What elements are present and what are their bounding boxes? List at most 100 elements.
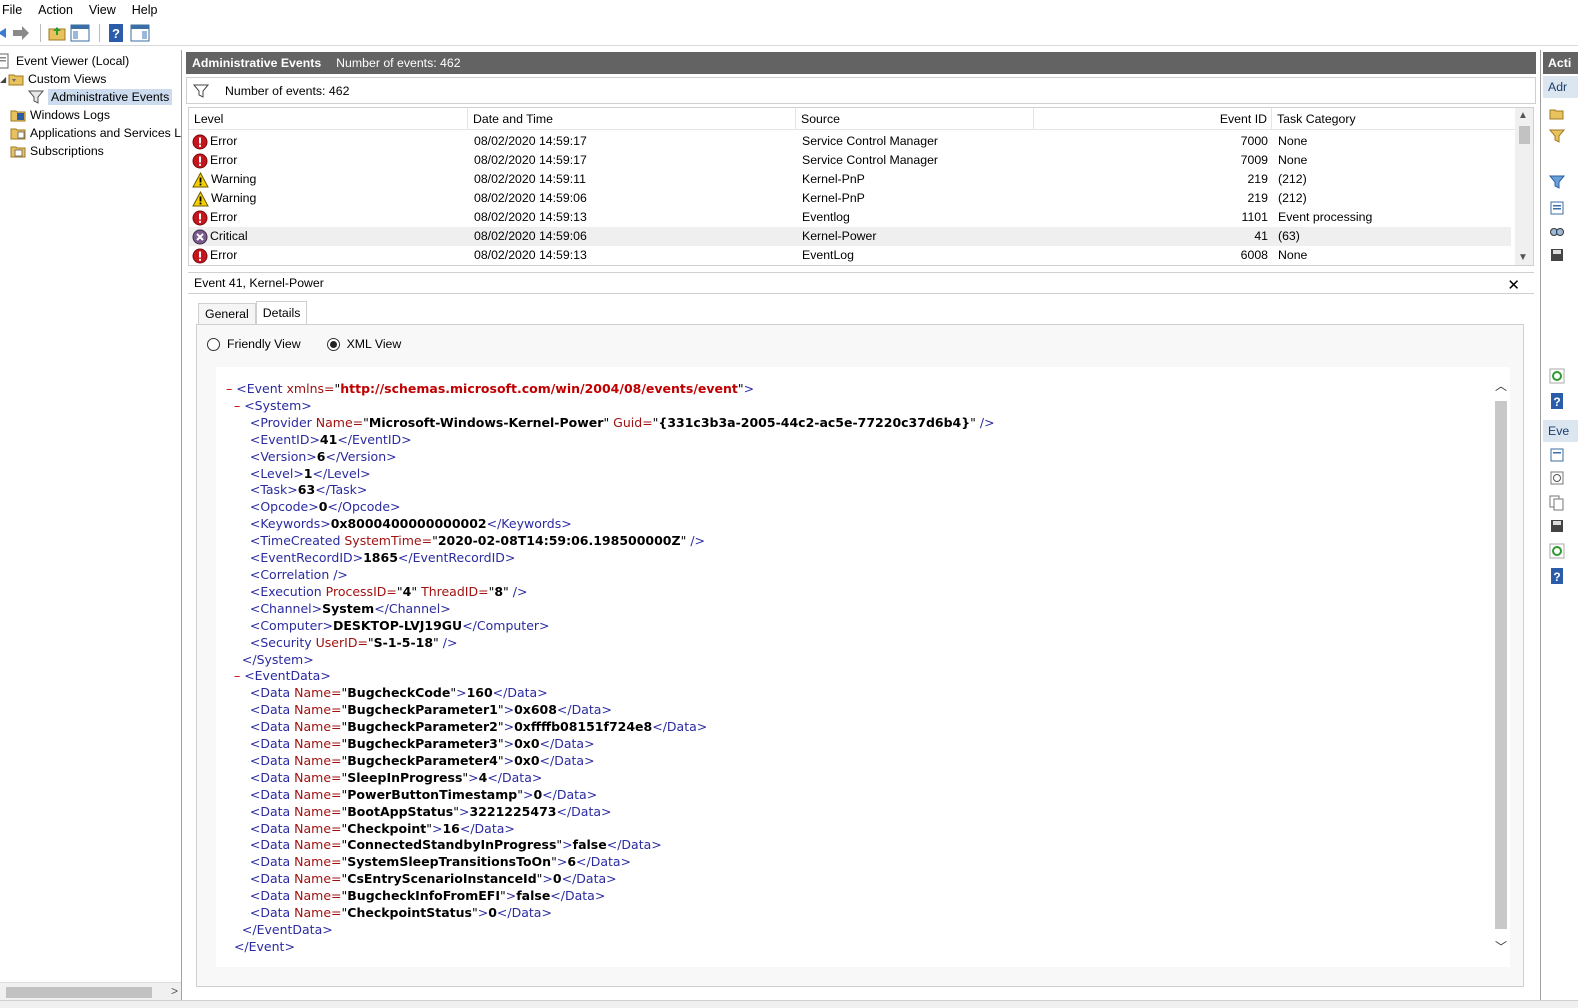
cell-level: Warning	[192, 189, 462, 208]
radio-button[interactable]	[207, 337, 220, 351]
help-icon[interactable]: ?	[106, 23, 126, 43]
chevron-right-icon[interactable]: >	[171, 984, 178, 998]
tree-item-custom-views[interactable]: ◢ Custom Views	[0, 70, 106, 88]
level-text: Warning	[211, 172, 257, 186]
tree-item-applications-and-services[interactable]: Applications and Services Lo	[10, 124, 181, 142]
cell-date-time: 08/02/2020 14:59:17	[474, 134, 587, 148]
cell-task-category: None	[1278, 153, 1308, 167]
tab-general[interactable]: General	[198, 303, 256, 324]
chevron-down-icon[interactable]: ﹀	[1495, 938, 1507, 955]
chevron-up-icon[interactable]: ︿	[1495, 377, 1507, 394]
column-header-level[interactable]: Level	[189, 108, 468, 130]
refresh-icon[interactable]	[1549, 368, 1565, 384]
menu-action[interactable]: Action	[30, 0, 81, 20]
pane-event-count: Number of events: 462	[336, 56, 461, 70]
radio-friendly-view[interactable]: Friendly View	[207, 337, 301, 351]
tree-item-event-viewer[interactable]: Event Viewer (Local)	[0, 52, 129, 70]
column-header-task-category[interactable]: Task Category	[1272, 108, 1515, 130]
filter-icon[interactable]	[1549, 174, 1565, 190]
details-tab-panel: Friendly View XML View – <Event xmlns="h…	[196, 324, 1524, 987]
cell-level: Error	[192, 208, 462, 227]
scrollbar-thumb[interactable]	[1495, 401, 1507, 929]
xml-view-scrollbar[interactable]: ︿ ﹀	[1492, 367, 1510, 967]
collapse-toggle[interactable]: –	[226, 381, 232, 396]
radio-button[interactable]	[326, 337, 340, 351]
subscriptions-icon	[10, 146, 26, 158]
attach-task-icon[interactable]	[1549, 470, 1565, 486]
column-header-date-time[interactable]: Date and Time	[468, 108, 796, 130]
svg-text:?: ?	[1553, 570, 1560, 584]
cell-task-category: (63)	[1278, 229, 1300, 243]
event-list-scrollbar[interactable]: ▲ ▼	[1515, 108, 1533, 265]
error-icon	[192, 248, 208, 263]
copy-icon[interactable]	[1549, 495, 1565, 511]
event-properties-icon[interactable]	[1549, 447, 1565, 463]
actions-section-administrative[interactable]: Adr	[1543, 76, 1578, 98]
filter-count: Number of events: 462	[225, 83, 350, 98]
tree-horizontal-scrollbar[interactable]: >	[0, 982, 181, 1000]
column-header-source[interactable]: Source	[796, 108, 1034, 130]
event-list-header: Level Date and Time Source Event ID Task…	[189, 108, 1515, 130]
event-detail-title: Event 41, Kernel-Power	[194, 276, 324, 290]
radio-xml-view[interactable]: XML View	[326, 337, 402, 351]
chevron-up-icon[interactable]: ▲	[1518, 110, 1528, 121]
level-text: Error	[210, 153, 238, 167]
xml-text: – <Event xmlns="http://schemas.microsoft…	[226, 381, 995, 954]
scrollbar-thumb[interactable]	[1519, 126, 1530, 144]
table-row[interactable]: Error 08/02/2020 14:59:13 EventLog 6008 None	[189, 246, 1511, 265]
open-folder-icon[interactable]	[1549, 106, 1565, 122]
table-row[interactable]: Warning 08/02/2020 14:59:06 Kernel-PnP 219 (…	[189, 189, 1511, 208]
chevron-down-icon[interactable]: ▼	[1518, 252, 1528, 263]
tree-item-subscriptions[interactable]: Subscriptions	[10, 142, 104, 160]
status-bar	[0, 1000, 1578, 1008]
table-row[interactable]: Critical 08/02/2020 14:59:06 Kernel-Power 4…	[189, 227, 1511, 246]
xml-view[interactable]: – <Event xmlns="http://schemas.microsoft…	[216, 367, 1510, 967]
radio-label: XML View	[346, 337, 402, 351]
cell-date-time: 08/02/2020 14:59:06	[474, 229, 587, 243]
tree-item-windows-logs[interactable]: Windows Logs	[10, 106, 110, 124]
cell-event-id: 7000	[1240, 134, 1268, 148]
cell-event-id: 41	[1254, 229, 1268, 243]
show-hide-console-tree-icon[interactable]	[69, 23, 91, 43]
toolbar-separator	[99, 23, 100, 42]
help-icon[interactable]: ?	[1549, 568, 1565, 584]
table-row[interactable]: Error 08/02/2020 14:59:17 Service Control …	[189, 132, 1511, 151]
back-arrow-icon[interactable]	[0, 23, 8, 43]
error-icon	[192, 153, 208, 168]
filter-icon[interactable]	[1549, 128, 1565, 144]
toolbar: ?	[0, 20, 1578, 46]
forward-arrow-icon[interactable]	[10, 23, 32, 43]
collapse-toggle[interactable]: –	[234, 668, 240, 683]
menu-view[interactable]: View	[81, 0, 124, 20]
level-text: Error	[210, 134, 238, 148]
chevron-down-icon[interactable]: ◢	[0, 75, 6, 84]
radio-label: Friendly View	[227, 337, 301, 351]
save-icon[interactable]	[1549, 247, 1565, 263]
tree-item-administrative-events[interactable]: Administrative Events	[28, 88, 173, 106]
refresh-icon[interactable]	[1549, 543, 1565, 559]
properties-icon[interactable]	[1549, 200, 1565, 216]
table-row[interactable]: Warning 08/02/2020 14:59:11 Kernel-PnP 219 (…	[189, 170, 1511, 189]
menu-help[interactable]: Help	[124, 0, 166, 20]
table-row[interactable]: Error 08/02/2020 14:59:17 Service Control …	[189, 151, 1511, 170]
cell-source: EventLog	[802, 248, 854, 262]
table-row[interactable]: Error 08/02/2020 14:59:13 Eventlog 1101 Even…	[189, 208, 1511, 227]
close-icon[interactable]: ✕	[1507, 276, 1520, 294]
save-icon[interactable]	[1549, 518, 1565, 534]
tab-details[interactable]: Details	[255, 301, 308, 324]
column-header-event-id[interactable]: Event ID	[1034, 108, 1272, 130]
filter-icon	[28, 90, 44, 104]
actions-section-event[interactable]: Eve	[1543, 420, 1578, 442]
windows-logs-icon	[10, 110, 26, 122]
cell-source: Eventlog	[802, 210, 850, 224]
level-text: Warning	[211, 191, 257, 205]
cell-level: Warning	[192, 170, 462, 189]
find-icon[interactable]	[1549, 223, 1565, 239]
help-icon[interactable]: ?	[1549, 393, 1565, 409]
up-folder-icon[interactable]	[47, 23, 67, 43]
cell-event-id: 219	[1247, 191, 1268, 205]
menu-file[interactable]: File	[0, 0, 30, 20]
show-hide-action-pane-icon[interactable]	[128, 23, 152, 43]
collapse-toggle[interactable]: –	[234, 398, 240, 413]
scrollbar-thumb[interactable]	[6, 987, 152, 998]
